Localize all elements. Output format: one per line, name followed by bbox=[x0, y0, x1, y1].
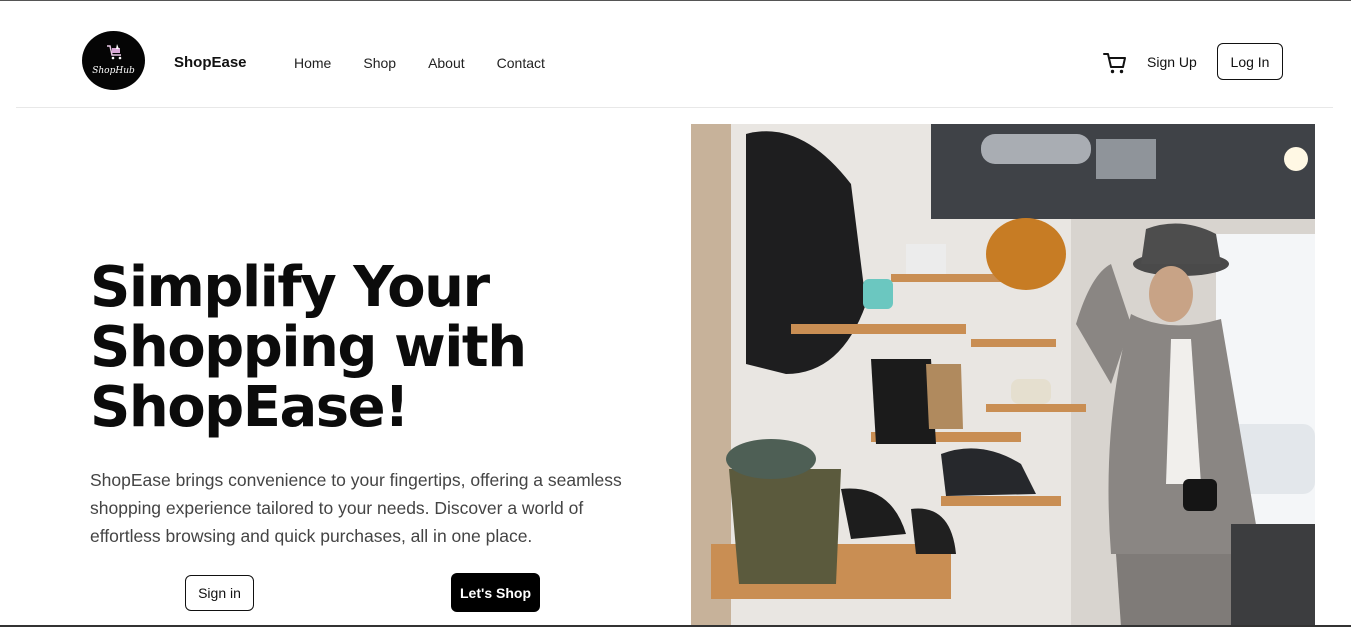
hero-title-line-2: Shopping with bbox=[90, 315, 527, 380]
nav-contact[interactable]: Contact bbox=[497, 55, 545, 71]
hero-description: ShopEase brings convenience to your fing… bbox=[90, 470, 622, 546]
window-top-border bbox=[0, 0, 1351, 1]
store-photo-illustration bbox=[691, 124, 1315, 627]
brand-name[interactable]: ShopEase bbox=[174, 54, 247, 71]
logo-text: ShopHub bbox=[92, 66, 135, 76]
hero-store-photo bbox=[691, 124, 1315, 627]
site-header: ShopHub ShopEase Home Shop About Contact… bbox=[16, 18, 1333, 108]
log-in-button[interactable]: Log In bbox=[1217, 43, 1283, 80]
shophub-logo[interactable]: ShopHub bbox=[82, 31, 145, 90]
lets-shop-button[interactable]: Let's Shop bbox=[451, 573, 540, 612]
hero-title: Simplify Your Shopping with ShopEase! bbox=[90, 258, 650, 438]
nav-shop[interactable]: Shop bbox=[363, 55, 396, 71]
nav-about[interactable]: About bbox=[428, 55, 465, 71]
sign-in-button[interactable]: Sign in bbox=[185, 575, 254, 611]
nav-home[interactable]: Home bbox=[294, 55, 331, 71]
hero-title-line-3: ShopEase! bbox=[90, 375, 410, 440]
shopping-cart-icon[interactable] bbox=[1102, 50, 1128, 76]
hero-title-line-1: Simplify Your bbox=[90, 255, 490, 320]
sign-up-link[interactable]: Sign Up bbox=[1147, 54, 1197, 70]
logo-cart-icon bbox=[107, 44, 122, 60]
main-nav: Home Shop About Contact bbox=[294, 55, 577, 71]
